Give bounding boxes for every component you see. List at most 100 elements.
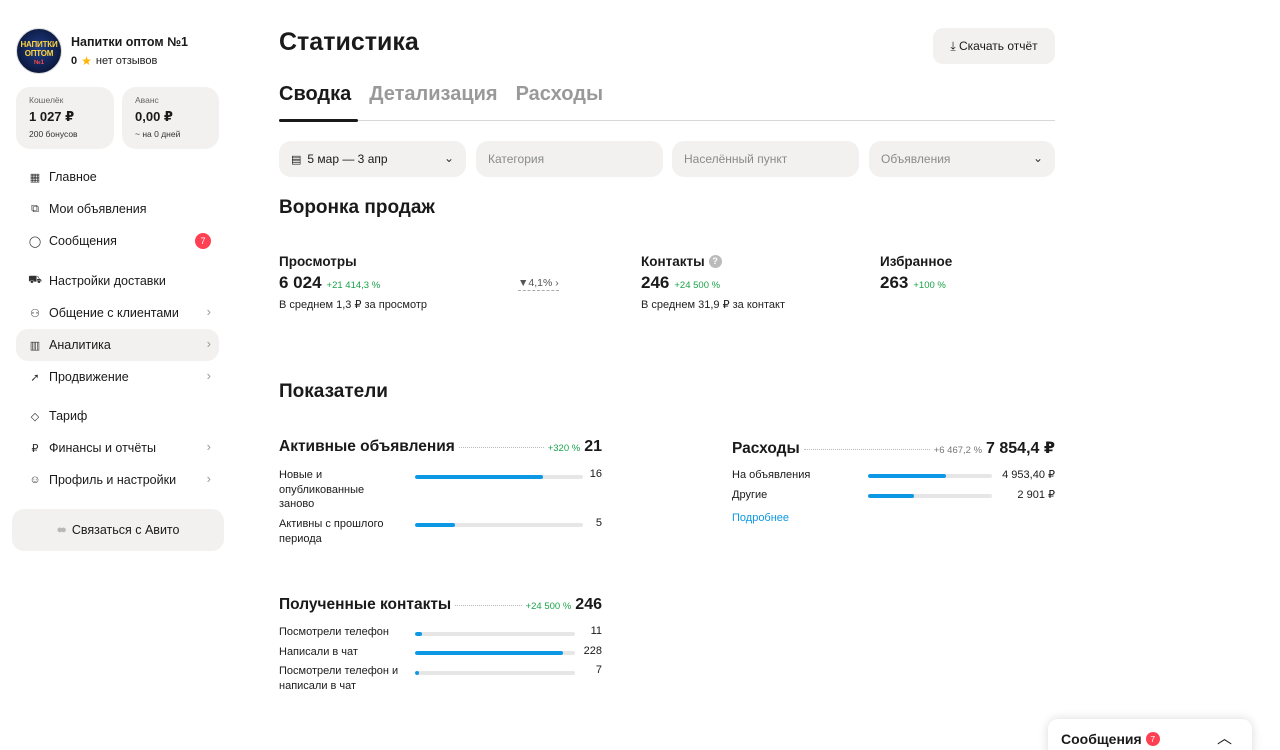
favorites-value: 263 bbox=[880, 273, 909, 292]
active-tab-indicator bbox=[279, 119, 358, 122]
conversion-link[interactable]: ▼4,1% › bbox=[518, 277, 559, 291]
period-filter[interactable]: ▤ 5 мар — 3 апр ⌄ bbox=[279, 141, 466, 177]
expenses-bar-track bbox=[868, 474, 992, 478]
bar-fill bbox=[868, 494, 914, 498]
active-ads-row-value: 5 bbox=[595, 517, 602, 529]
tab-summary[interactable]: Сводка bbox=[279, 83, 351, 106]
active-ads-title: Активные объявления bbox=[279, 438, 455, 455]
contact-avito-label: Связаться с Авито bbox=[71, 523, 180, 537]
advance-card[interactable]: Аванс 0,00 ₽ ~ на 0 дней bbox=[122, 87, 219, 149]
views-metric: Просмотры 6 024 +21 414,3 % В среднем 1,… bbox=[279, 254, 427, 311]
category-filter[interactable]: Категория bbox=[476, 141, 663, 177]
active-ads-header: Активные объявления +320 % 21 bbox=[279, 438, 602, 456]
sidebar-item-tariff[interactable]: ◇ Тариф bbox=[16, 400, 219, 432]
diamond-icon: ◇ bbox=[30, 410, 40, 423]
ads-filter[interactable]: Объявления ⌄ bbox=[869, 141, 1055, 177]
sidebar-item-label: Финансы и отчёты bbox=[49, 441, 156, 455]
chevron-right-icon: › bbox=[206, 368, 211, 383]
sidebar-item-label: Мои объявления bbox=[49, 202, 147, 216]
chevron-right-icon: › bbox=[206, 336, 211, 351]
profile-header[interactable]: НАПИТКИ ОПТОМ №1 Напитки оптом №1 0 ★ нет… bbox=[16, 28, 188, 74]
expenses-row-value: 4 953,40 ₽ bbox=[1002, 469, 1055, 481]
expenses-change: +6 467,2 % bbox=[933, 445, 983, 456]
sidebar-item-home[interactable]: ▦ Главное bbox=[16, 161, 219, 193]
grid-icon: ▦ bbox=[29, 171, 41, 184]
logo-line-2: ОПТОМ bbox=[24, 49, 54, 58]
sidebar-item-delivery[interactable]: ⛟ Настройки доставки bbox=[16, 265, 219, 297]
dotted-leader bbox=[455, 605, 522, 606]
shop-avatar[interactable]: НАПИТКИ ОПТОМ №1 bbox=[16, 28, 62, 74]
city-placeholder: Населённый пункт bbox=[684, 152, 788, 166]
contacts-bar-track bbox=[415, 632, 575, 636]
messages-count-badge: 7 bbox=[195, 233, 211, 249]
users-icon: ⚇ bbox=[30, 307, 40, 320]
bar-fill bbox=[868, 474, 947, 478]
sidebar-item-analytics[interactable]: ▥ Аналитика › bbox=[16, 329, 219, 361]
expenses-row-value: 2 901 ₽ bbox=[1017, 489, 1055, 501]
contacts-change: +24 500 % bbox=[674, 280, 721, 291]
logo-line-3: №1 bbox=[33, 60, 45, 66]
sidebar-item-my-ads[interactable]: ⧉ Мои объявления bbox=[16, 193, 219, 225]
sidebar-item-promotion[interactable]: ➚ Продвижение › bbox=[16, 361, 219, 393]
active-ads-bar-track bbox=[415, 475, 583, 479]
tab-details[interactable]: Детализация bbox=[369, 83, 497, 106]
active-ads-total: 21 bbox=[584, 438, 602, 455]
contacts-metric: Контакты ? 246 +24 500 % В среднем 31,9 … bbox=[641, 254, 785, 311]
favorites-change: +100 % bbox=[913, 280, 946, 291]
views-label: Просмотры bbox=[279, 254, 357, 269]
bar-fill bbox=[415, 475, 543, 479]
city-filter[interactable]: Населённый пункт bbox=[672, 141, 859, 177]
messages-widget-badge: 7 bbox=[1145, 732, 1160, 746]
wallet-label: Кошелёк bbox=[29, 95, 64, 105]
period-value: 5 мар — 3 апр bbox=[307, 152, 388, 166]
rocket-icon: ➚ bbox=[30, 371, 40, 384]
wallet-bonuses: 200 бонусов bbox=[29, 129, 78, 139]
contacts-bar-track bbox=[415, 651, 575, 655]
bar-fill bbox=[415, 523, 456, 527]
help-icon[interactable]: ? bbox=[708, 255, 722, 268]
messages-widget[interactable]: Сообщения 7 ︿ bbox=[1048, 719, 1252, 750]
truck-icon: ⛟ bbox=[28, 274, 42, 286]
contacts-average: В среднем 31,9 ₽ за контакт bbox=[641, 299, 785, 311]
ads-placeholder: Объявления bbox=[881, 152, 951, 166]
bar-chart-icon: ▥ bbox=[29, 339, 41, 352]
sidebar-item-finance[interactable]: ₽ Финансы и отчёты › bbox=[16, 432, 219, 464]
stats-tabs: Сводка Детализация Расходы bbox=[279, 83, 603, 106]
shop-name[interactable]: Напитки оптом №1 bbox=[71, 35, 188, 49]
chevron-down-icon: ⌄ bbox=[1032, 151, 1043, 165]
favorites-metric: Избранное 263 +100 % bbox=[880, 254, 952, 293]
indicators-title: Показатели bbox=[279, 381, 388, 402]
chevron-up-icon[interactable]: ︿ bbox=[1217, 727, 1232, 748]
bar-fill bbox=[415, 671, 420, 675]
contacts-label: Контакты bbox=[641, 254, 705, 269]
sidebar-item-label: Главное bbox=[49, 170, 97, 184]
expenses-row-label: На объявления bbox=[732, 469, 811, 481]
sidebar-item-profile[interactable]: ☺ Профиль и настройки › bbox=[16, 464, 219, 496]
calendar-icon: ▤ bbox=[291, 153, 302, 166]
rating-line[interactable]: 0 ★ нет отзывов bbox=[71, 54, 188, 68]
chevron-right-icon: › bbox=[206, 471, 211, 486]
sidebar-item-label: Тариф bbox=[49, 409, 88, 423]
advance-value: 0,00 ₽ bbox=[135, 109, 173, 124]
user-circle-icon: ☺ bbox=[29, 474, 41, 486]
advance-label: Аванс bbox=[135, 95, 159, 105]
active-ads-row-label: Новые и опубликованные заново bbox=[279, 469, 365, 510]
active-ads-row-value: 16 bbox=[589, 468, 602, 480]
wallet-card[interactable]: Кошелёк 1 027 ₽ 200 бонусов bbox=[16, 87, 114, 149]
advance-days: ~ на 0 дней bbox=[135, 129, 181, 139]
contacts-row-value: 7 bbox=[595, 664, 602, 676]
sidebar-item-clients[interactable]: ⚇ Общение с клиентами › bbox=[16, 297, 219, 329]
expenses-title: Расходы bbox=[732, 440, 800, 457]
contact-avito-button[interactable]: ●● Связаться с Авито bbox=[12, 509, 224, 551]
contacts-row-label: Посмотрели телефон bbox=[279, 626, 389, 638]
tab-expenses[interactable]: Расходы bbox=[516, 83, 603, 106]
sidebar-item-label: Продвижение bbox=[49, 370, 129, 384]
dotted-leader bbox=[458, 447, 544, 448]
active-ads-change: +320 % bbox=[547, 443, 581, 454]
download-report-button[interactable]: ⤓ Скачать отчёт bbox=[933, 28, 1055, 64]
sidebar-item-messages[interactable]: ◯ Сообщения 7 bbox=[16, 225, 219, 257]
messages-widget-title: Сообщения bbox=[1061, 731, 1142, 747]
filter-funnel-icon: ▼ bbox=[518, 277, 529, 289]
contacts-row-value: 11 bbox=[590, 625, 602, 637]
expenses-more-link[interactable]: Подробнее bbox=[732, 512, 789, 524]
